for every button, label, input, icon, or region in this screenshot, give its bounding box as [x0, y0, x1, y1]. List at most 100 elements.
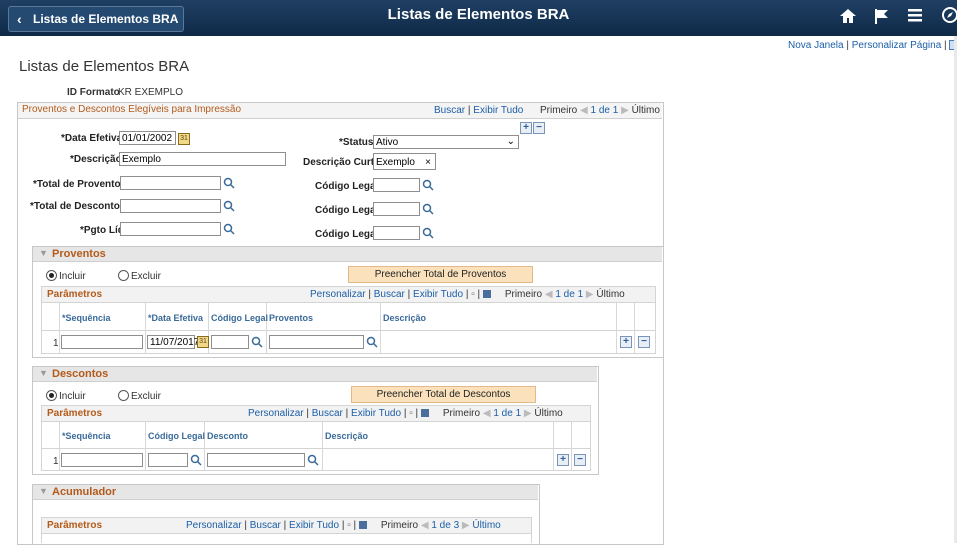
- last-label: Último: [534, 408, 563, 419]
- calendar-icon[interactable]: 31: [197, 336, 209, 348]
- back-button-label: Listas de Elementos BRA: [33, 12, 179, 26]
- collapse-icon[interactable]: ▼: [39, 368, 48, 378]
- next-icon[interactable]: ▶: [586, 289, 594, 300]
- net-pay-field[interactable]: [120, 222, 221, 236]
- zoom-icon[interactable]: ▫: [471, 289, 475, 300]
- proventos-header[interactable]: [33, 247, 662, 262]
- date-field[interactable]: 11/07/2017: [147, 335, 199, 349]
- search-icon[interactable]: [422, 179, 434, 191]
- prev-icon[interactable]: ◀: [545, 289, 553, 300]
- effective-date-field[interactable]: 01/01/2002: [119, 131, 176, 145]
- home-icon[interactable]: [836, 6, 860, 30]
- row-index: 1: [53, 456, 59, 467]
- view-all-link[interactable]: Exibir Tudo: [473, 105, 523, 116]
- search-icon[interactable]: [223, 177, 235, 189]
- search-link[interactable]: Buscar: [434, 105, 465, 116]
- prev-icon[interactable]: ◀: [580, 105, 588, 116]
- new-window-link[interactable]: Nova Janela: [788, 40, 844, 51]
- download-icon[interactable]: [358, 521, 367, 530]
- legal-code-field-3[interactable]: [373, 226, 420, 240]
- first-label: Primeiro: [504, 289, 543, 300]
- personalize-link[interactable]: Personalizar: [186, 520, 242, 531]
- earnings-field[interactable]: [269, 335, 364, 349]
- back-button[interactable]: ‹ Listas de Elementos BRA: [8, 6, 184, 32]
- col-legal-code: Código Legal: [148, 431, 205, 441]
- exclude-radio[interactable]: [118, 270, 129, 281]
- add-row-icon[interactable]: +: [620, 336, 632, 348]
- search-icon[interactable]: [223, 223, 235, 235]
- search-icon[interactable]: [251, 336, 263, 348]
- search-link[interactable]: Buscar: [312, 408, 343, 419]
- include-label: Incluir: [59, 391, 86, 402]
- first-label: Primeiro: [442, 408, 481, 419]
- search-link[interactable]: Buscar: [250, 520, 281, 531]
- zoom-icon[interactable]: ▫: [409, 408, 413, 419]
- sequence-field[interactable]: [61, 453, 143, 467]
- search-icon[interactable]: [190, 454, 202, 466]
- search-icon[interactable]: [366, 336, 378, 348]
- download-icon[interactable]: [420, 409, 429, 418]
- compass-icon[interactable]: [938, 6, 957, 30]
- collapse-icon[interactable]: ▼: [39, 486, 48, 496]
- next-icon[interactable]: ▶: [524, 408, 532, 419]
- short-description-field[interactable]: Exemplo ×: [373, 153, 436, 170]
- add-row-icon[interactable]: +: [520, 122, 532, 134]
- search-icon[interactable]: [307, 454, 319, 466]
- deduction-field[interactable]: [207, 453, 305, 467]
- next-icon[interactable]: ▶: [462, 520, 470, 531]
- legal-code-field[interactable]: [211, 335, 249, 349]
- delete-row-icon[interactable]: −: [638, 336, 650, 348]
- fill-total-earnings-button[interactable]: Preencher Total de Proventos: [348, 266, 533, 283]
- sequence-field[interactable]: [61, 335, 143, 349]
- proventos-grid-title: Parâmetros: [47, 289, 103, 300]
- status-label: *Status: [339, 137, 374, 148]
- view-all-link[interactable]: Exibir Tudo: [413, 289, 463, 300]
- view-all-link[interactable]: Exibir Tudo: [289, 520, 339, 531]
- next-icon[interactable]: ▶: [621, 105, 629, 116]
- include-radio[interactable]: [46, 270, 57, 281]
- effective-date-label: *Data Efetiva: [61, 133, 123, 144]
- personalize-page-link[interactable]: Personalizar Página: [852, 40, 942, 51]
- prev-icon[interactable]: ◀: [421, 520, 429, 531]
- total-earnings-field[interactable]: [120, 176, 221, 190]
- legal-code-field[interactable]: [148, 453, 188, 467]
- personalize-link[interactable]: Personalizar: [248, 408, 304, 419]
- search-icon[interactable]: [223, 200, 235, 212]
- download-icon[interactable]: [482, 290, 491, 299]
- menu-icon[interactable]: [903, 6, 927, 30]
- total-deductions-field[interactable]: [120, 199, 221, 213]
- fill-total-deductions-button[interactable]: Preencher Total de Descontos: [351, 386, 536, 403]
- separator: |: [846, 40, 849, 51]
- exclude-label: Excluir: [131, 271, 162, 282]
- legal-code-field-2[interactable]: [373, 202, 420, 216]
- col-divider: [380, 303, 381, 353]
- calendar-icon[interactable]: 31: [178, 133, 190, 145]
- delete-row-icon[interactable]: −: [574, 454, 586, 466]
- add-row-icon[interactable]: +: [557, 454, 569, 466]
- col-divider: [571, 422, 572, 470]
- col-divider: [59, 422, 60, 470]
- status-select[interactable]: Ativo ⌄: [373, 135, 519, 149]
- legal-code-field-1[interactable]: [373, 178, 420, 192]
- flag-icon[interactable]: [870, 6, 894, 30]
- search-link[interactable]: Buscar: [374, 289, 405, 300]
- exclude-radio[interactable]: [118, 390, 129, 401]
- descontos-title: Descontos: [52, 368, 109, 380]
- search-icon[interactable]: [422, 227, 434, 239]
- view-all-link[interactable]: Exibir Tudo: [351, 408, 401, 419]
- include-radio[interactable]: [46, 390, 57, 401]
- delete-row-icon[interactable]: −: [533, 122, 545, 134]
- chevron-left-icon: ‹: [17, 11, 22, 27]
- total-deductions-label: *Total de Descontos: [30, 201, 126, 212]
- descontos-header[interactable]: [33, 367, 597, 382]
- zoom-icon[interactable]: ▫: [347, 520, 351, 531]
- personalize-link[interactable]: Personalizar: [310, 289, 366, 300]
- description-field[interactable]: Exemplo: [119, 152, 286, 166]
- clear-icon[interactable]: ×: [425, 154, 431, 171]
- search-icon[interactable]: [422, 203, 434, 215]
- prev-icon[interactable]: ◀: [483, 408, 491, 419]
- last-label[interactable]: Último: [472, 520, 500, 531]
- main-section-title: Proventos e Descontos Elegíveis para Imp…: [22, 104, 241, 115]
- descontos-grid-title: Parâmetros: [47, 408, 103, 419]
- collapse-icon[interactable]: ▼: [39, 248, 48, 258]
